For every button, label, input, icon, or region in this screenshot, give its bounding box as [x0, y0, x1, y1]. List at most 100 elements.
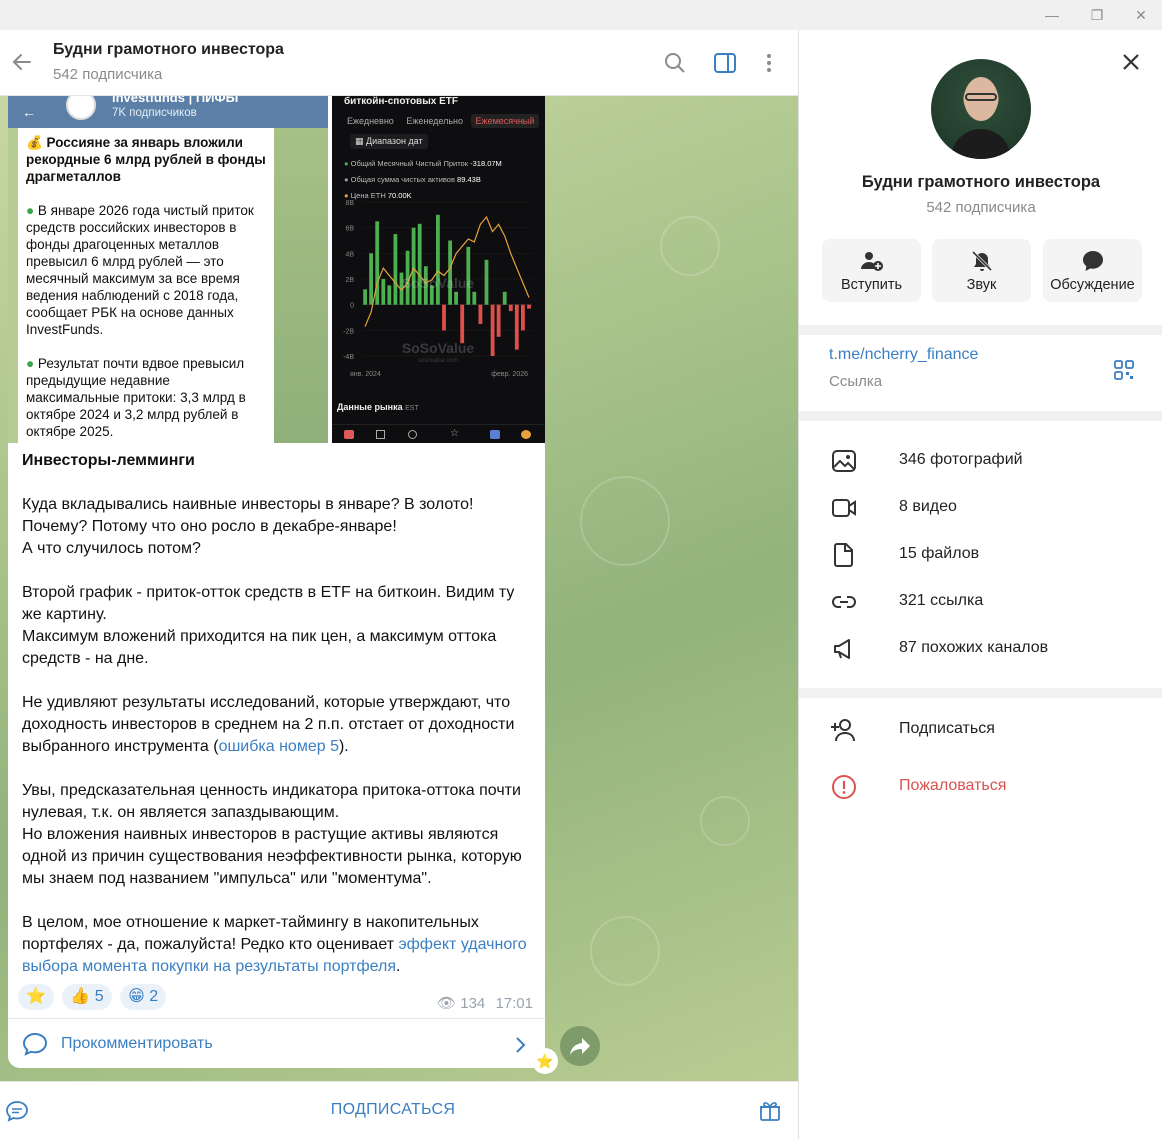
join-button[interactable]: Вступить [822, 239, 921, 302]
add-user-icon [861, 252, 883, 271]
similar-channels-row[interactable]: 87 похожих каналов [799, 626, 1162, 670]
message-time: 17:01 [495, 995, 533, 1012]
chart-bar [478, 304, 483, 324]
chart-watermark-sub: sosovalue.com [418, 358, 458, 364]
subscribe-label: Подписаться [899, 720, 995, 737]
maximize-button[interactable]: ❐ [1085, 4, 1109, 26]
chart-bar [490, 304, 495, 356]
embedded-para2-text: Результат почти вдвое превысил предыдущи… [26, 356, 246, 439]
megaphone-icon [834, 639, 850, 659]
reaction-count: 5 [94, 988, 104, 1005]
embedded-back-icon: ← [22, 104, 36, 120]
embedded-para1-text: В январе 2026 года чистый приток средств… [26, 203, 254, 337]
star-badge-icon[interactable]: ⭐ [532, 1048, 558, 1074]
channel-avatar[interactable] [931, 59, 1031, 159]
chart-tabs: Ежедневно Еженедельно Ежемесячный [342, 114, 540, 128]
media-links-row[interactable]: 321 ссылка [799, 579, 1162, 623]
chart-bar [514, 304, 519, 350]
forward-arrow-icon [570, 1038, 590, 1055]
message-text-span: ). [338, 738, 349, 755]
bell-muted-icon [971, 250, 993, 272]
alert-icon [832, 775, 856, 799]
channel-subscribers: 542 подписчика [53, 66, 163, 83]
close-panel-icon[interactable] [1119, 50, 1143, 74]
y-tick-label: 2B [345, 277, 354, 284]
message-line: Почему? Потому что оно росло в декабре-я… [22, 518, 397, 535]
message-line: Куда вкладывались наивные инвесторы в ян… [22, 496, 474, 513]
report-row[interactable]: Пожаловаться [799, 764, 1162, 808]
embedded-image-etf-chart[interactable]: биткойн-спотовых ETF Ежедневно Еженедель… [332, 96, 545, 443]
comment-label: Прокомментировать [61, 1035, 213, 1052]
search-icon[interactable] [663, 51, 687, 75]
embedded-post-body: 💰 Россияне за январь вложили рекордные 6… [18, 128, 274, 443]
media-photos-row[interactable]: 346 фотографий [799, 438, 1162, 482]
qr-code-icon[interactable] [1113, 359, 1135, 381]
embedded-para1: ● В январе 2026 года чистый приток средс… [26, 203, 254, 337]
etf-flow-chart: 8B 6B 4B 2B 0 -2B -4B SoSoValue SoSoValue soso… [343, 200, 532, 378]
media-videos-row[interactable]: 8 видео [799, 485, 1162, 529]
chart-bar [484, 259, 489, 305]
embedded-image-telegram-post[interactable]: ← investfunds | ПИФЫ 7K подписчиков 💰 Ро… [8, 96, 328, 443]
message-link-error5[interactable]: ошибка номер 5 [219, 738, 339, 755]
background-doodle [660, 216, 720, 276]
similar-channels-count: 87 похожих каналов [899, 639, 1049, 656]
discussion-button[interactable]: Обсуждение [1043, 239, 1142, 302]
sidebar-toggle-icon[interactable] [713, 51, 737, 75]
subscribe-bottom-button[interactable]: ПОДПИСАТЬСЯ [0, 1101, 786, 1119]
chart-bar [393, 234, 398, 305]
channel-title[interactable]: Будни грамотного инвестора [53, 41, 284, 59]
message-text-span: . [396, 958, 401, 975]
separator [799, 325, 1162, 335]
avatar-glasses [965, 93, 997, 101]
message-meta: 👁 134 17:01 [437, 994, 533, 1012]
chart-date-range[interactable]: ▦ Диапазон дат [350, 134, 428, 149]
legend-label: Общий Месячный Чистый Приток [350, 159, 469, 168]
chart-bar [502, 291, 507, 305]
channel-link-label: Ссылка [829, 373, 883, 390]
chart-bar [448, 240, 452, 305]
message-line: Но вложения наивных инвесторов в растущи… [22, 826, 522, 887]
legend-label: Общая сумма чистых активов [350, 175, 455, 184]
more-menu-icon[interactable] [757, 51, 781, 75]
video-icon [832, 499, 856, 517]
media-files-row[interactable]: 15 файлов [799, 532, 1162, 576]
embedded-channel-header: ← investfunds | ПИФЫ 7K подписчиков [8, 96, 328, 128]
comment-button[interactable]: Прокомментировать [8, 1018, 545, 1068]
chart-footer-label: Данные рынка [337, 402, 403, 412]
chart-bar [417, 223, 422, 305]
subscribe-row[interactable]: Подписаться [799, 707, 1162, 751]
price-line [364, 215, 530, 327]
gift-icon[interactable] [758, 1098, 782, 1122]
photo-icon [832, 450, 856, 472]
links-count: 321 ссылка [899, 592, 984, 609]
channel-link[interactable]: t.me/ncherry_finance [829, 346, 978, 364]
chart-tab-weekly[interactable]: Еженедельно [401, 114, 468, 128]
message-text: Инвесторы-лемминги Куда вкладывались наи… [22, 450, 537, 978]
message-line: Максимум вложений приходится на пик цен,… [22, 628, 497, 667]
x-tick-end: февр. 2026 [491, 371, 528, 378]
reaction-grin[interactable]: 😁 2 [120, 984, 167, 1010]
add-user-icon [831, 719, 855, 742]
minimize-button[interactable]: — [1040, 4, 1064, 26]
files-count: 15 файлов [899, 545, 980, 562]
embedded-headline: 💰 Россияне за январь вложили рекордные 6… [26, 135, 266, 184]
window-titlebar: — ❐ ✕ [0, 0, 1162, 30]
background-doodle [700, 796, 750, 846]
reaction-emoji: 👍 [70, 988, 91, 1005]
forward-button[interactable] [560, 1026, 600, 1066]
chart-tab-daily[interactable]: Ежедневно [342, 114, 399, 128]
close-window-button[interactable]: ✕ [1129, 4, 1153, 26]
y-tick-label: 0 [350, 303, 354, 310]
y-tick-label: -2B [343, 328, 354, 335]
message-line: Второй график - приток-отток средств в E… [22, 584, 515, 623]
back-arrow-icon[interactable] [10, 50, 34, 74]
mute-button[interactable]: Звук [932, 239, 1031, 302]
reaction-star[interactable]: ⭐ [18, 984, 54, 1010]
legend-item-assets: ● Общая сумма чистых активов 89.43B [344, 175, 481, 184]
link-icon [832, 596, 856, 608]
chart-tab-monthly[interactable]: Ежемесячный [470, 114, 540, 128]
reaction-thumbs-up[interactable]: 👍 5 [62, 984, 112, 1010]
chart-bar [496, 304, 501, 337]
chart-bar [381, 279, 386, 305]
chart-bar [387, 285, 392, 305]
